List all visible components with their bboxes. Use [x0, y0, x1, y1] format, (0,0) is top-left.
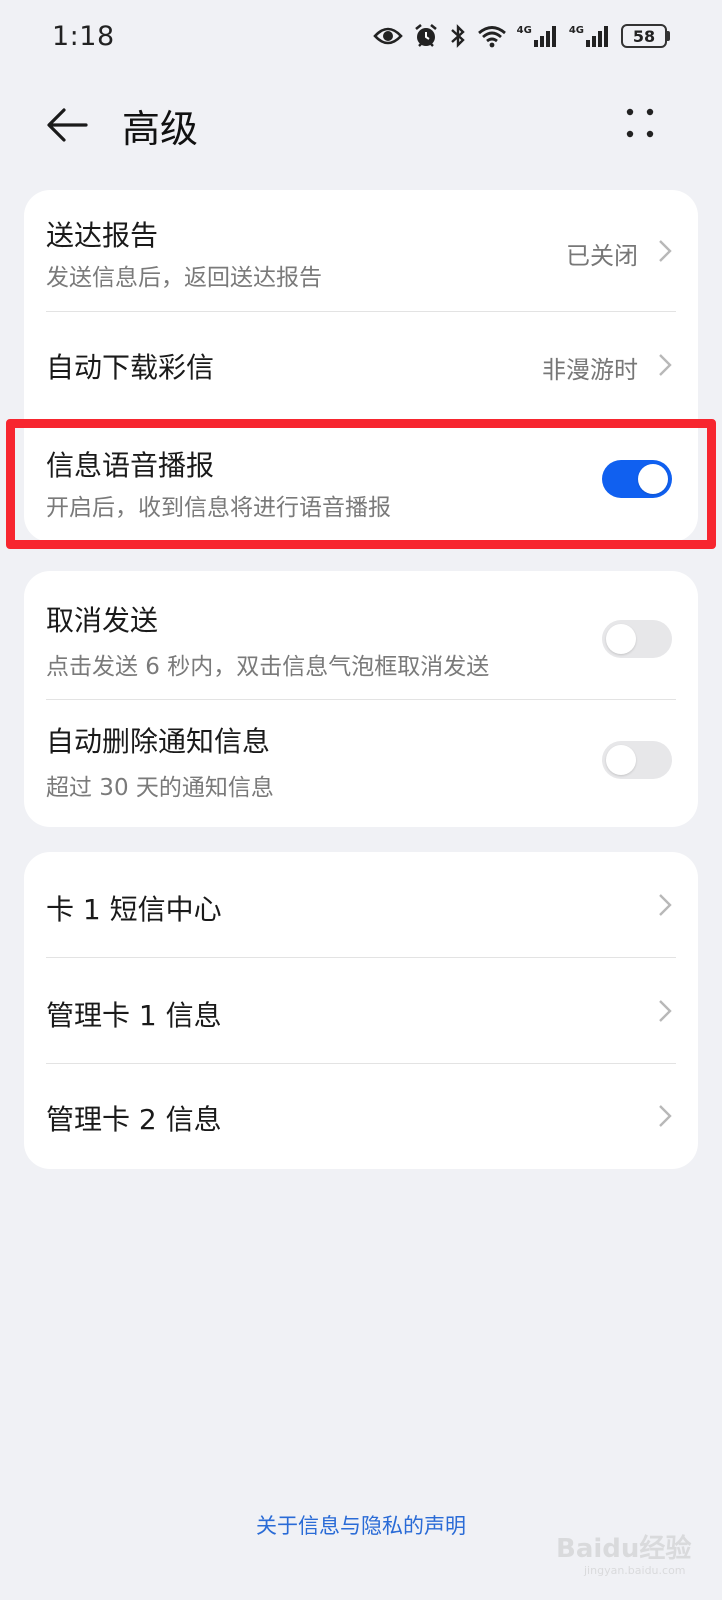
- network-type: 4G: [568, 25, 584, 36]
- toggle-knob: [606, 745, 636, 775]
- status-icons: 4G 4G 58: [372, 23, 670, 49]
- chevron-right-icon: [659, 1000, 672, 1022]
- manage-sim1-row[interactable]: 管理卡 1 信息: [24, 958, 698, 1063]
- watermark-url: jingyan.baidu.com: [584, 1564, 686, 1577]
- battery-icon: 58: [621, 24, 670, 48]
- auto-delete-toggle[interactable]: [602, 741, 672, 779]
- status-bar: 1:18 4G 4G 58: [0, 0, 722, 72]
- network-type: 4G: [516, 25, 532, 36]
- status-time: 1:18: [52, 20, 115, 52]
- more-dots-icon: [626, 108, 654, 138]
- settings-card-sim: 卡 1 短信中心 管理卡 1 信息 管理卡 2 信息: [24, 852, 698, 1169]
- eye-icon: [372, 25, 403, 47]
- auto-download-mms-title: 自动下载彩信: [46, 351, 215, 384]
- app-header: 高级: [0, 88, 722, 160]
- toggle-knob: [638, 464, 668, 494]
- settings-card-sending: 取消发送 点击发送 6 秒内，双击信息气泡框取消发送 自动删除通知信息 超过 3…: [24, 571, 698, 827]
- signal-icon: 4G: [517, 24, 559, 48]
- baidu-watermark: Baidu经验 jingyan.baidu.com: [550, 1520, 710, 1582]
- sim1-sms-center-title: 卡 1 短信中心: [46, 893, 222, 926]
- delivery-report-subtitle: 发送信息后，返回送达报告: [46, 265, 322, 291]
- wifi-icon: [477, 24, 507, 48]
- chevron-right-icon: [659, 1105, 672, 1127]
- sim1-sms-center-row[interactable]: 卡 1 短信中心: [24, 852, 698, 957]
- bluetooth-icon: [449, 23, 467, 49]
- alarm-icon: [413, 23, 439, 49]
- delivery-report-row[interactable]: 送达报告 发送信息后，返回送达报告 已关闭: [24, 190, 698, 310]
- auto-delete-title: 自动删除通知信息: [46, 725, 271, 758]
- back-button[interactable]: [42, 100, 92, 150]
- manage-sim1-title: 管理卡 1 信息: [46, 999, 222, 1032]
- cancel-send-row[interactable]: 取消发送 点击发送 6 秒内，双击信息气泡框取消发送: [24, 571, 698, 699]
- chevron-right-icon: [659, 240, 672, 262]
- chevron-right-icon: [659, 354, 672, 376]
- cancel-send-subtitle: 点击发送 6 秒内，双击信息气泡框取消发送: [46, 654, 490, 680]
- voice-broadcast-row[interactable]: 信息语音播报 开启后，收到信息将进行语音播报: [24, 428, 698, 542]
- back-arrow-icon: [47, 108, 88, 142]
- chevron-right-icon: [659, 894, 672, 916]
- voice-broadcast-toggle[interactable]: [602, 460, 672, 498]
- signal-icon: 4G: [569, 24, 611, 48]
- manage-sim2-row[interactable]: 管理卡 2 信息: [24, 1064, 698, 1169]
- auto-delete-row[interactable]: 自动删除通知信息 超过 30 天的通知信息: [24, 700, 698, 827]
- more-options-button[interactable]: [618, 102, 662, 146]
- auto-download-mms-value: 非漫游时: [542, 356, 638, 384]
- cancel-send-toggle[interactable]: [602, 620, 672, 658]
- watermark-text: Baidu经验: [556, 1534, 692, 1564]
- auto-download-mms-row[interactable]: 自动下载彩信 非漫游时: [24, 312, 698, 418]
- manage-sim2-title: 管理卡 2 信息: [46, 1103, 222, 1136]
- toggle-knob: [606, 624, 636, 654]
- cancel-send-title: 取消发送: [46, 604, 159, 637]
- voice-broadcast-title: 信息语音播报: [46, 449, 215, 482]
- page-title: 高级: [122, 107, 199, 151]
- auto-delete-subtitle: 超过 30 天的通知信息: [46, 775, 274, 801]
- delivery-report-title: 送达报告: [46, 219, 159, 252]
- voice-broadcast-subtitle: 开启后，收到信息将进行语音播报: [46, 495, 391, 521]
- delivery-report-value: 已关闭: [566, 242, 638, 270]
- settings-card-messaging: 送达报告 发送信息后，返回送达报告 已关闭 自动下载彩信 非漫游时 信息语音播报…: [24, 190, 698, 542]
- battery-level: 58: [621, 24, 667, 48]
